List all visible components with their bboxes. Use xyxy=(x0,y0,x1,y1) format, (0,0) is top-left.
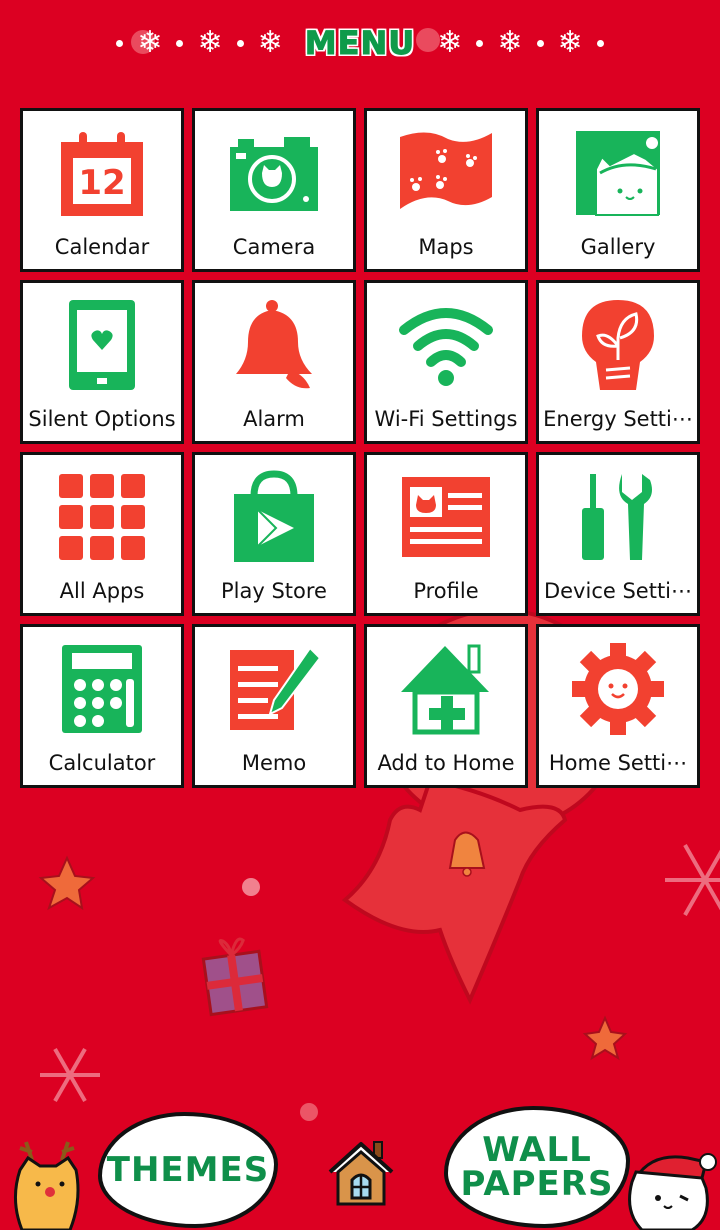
dot-decoration xyxy=(596,39,604,47)
menu-header: ❄ ❄ ❄ MENU ❄ ❄ ❄ xyxy=(0,22,720,64)
snowflake-icon: ❄ xyxy=(137,25,163,60)
app-label: Calendar xyxy=(54,235,150,259)
app-label: Calculator xyxy=(48,751,156,775)
themes-button[interactable]: THEMES xyxy=(98,1112,278,1228)
dot-decoration xyxy=(536,39,544,47)
app-label: Home Setti⋯ xyxy=(548,751,688,775)
menu-title: MENU xyxy=(304,24,416,63)
home-button[interactable] xyxy=(326,1138,396,1212)
app-tile-energy-settings[interactable]: Energy Setti⋯ xyxy=(536,280,700,444)
app-label: Alarm xyxy=(243,407,305,431)
app-tile-play-store[interactable]: Play Store xyxy=(192,452,356,616)
bell-decoration xyxy=(448,831,486,877)
wallpapers-label: WALL PAPERS xyxy=(461,1133,614,1201)
app-label: Energy Setti⋯ xyxy=(543,407,693,431)
app-tile-wifi-settings[interactable]: Wi-Fi Settings xyxy=(364,280,528,444)
gift-decoration xyxy=(201,937,269,1017)
app-tile-profile[interactable]: Profile xyxy=(364,452,528,616)
app-tile-all-apps[interactable]: All Apps xyxy=(20,452,184,616)
app-grid: 12 Calendar Camera Maps Gallery Silent O… xyxy=(20,108,700,788)
app-tile-memo[interactable]: Memo xyxy=(192,624,356,788)
app-tile-home-settings[interactable]: Home Setti⋯ xyxy=(536,624,700,788)
app-tile-camera[interactable]: Camera xyxy=(192,108,356,272)
app-tile-add-to-home[interactable]: Add to Home xyxy=(364,624,528,788)
dot-decoration xyxy=(176,39,184,47)
bell-icon xyxy=(226,297,322,393)
reindeer-cat-mascot xyxy=(14,1141,80,1230)
app-tile-maps[interactable]: Maps xyxy=(364,108,528,272)
app-label: Silent Options xyxy=(28,407,176,431)
gear-face-icon xyxy=(570,641,666,737)
app-tile-calendar[interactable]: 12 Calendar xyxy=(20,108,184,272)
shopping-bag-play-icon xyxy=(226,469,322,565)
wallpapers-label-line2: PAPERS xyxy=(460,1164,614,1204)
wallpapers-label-line1: WALL xyxy=(482,1130,592,1170)
calendar-icon-text: 12 xyxy=(78,163,125,203)
wallpapers-button[interactable]: WALL PAPERS xyxy=(444,1106,630,1228)
app-label: Device Setti⋯ xyxy=(543,579,693,603)
app-tile-silent-options[interactable]: Silent Options xyxy=(20,280,184,444)
themes-label: THEMES xyxy=(106,1150,270,1190)
house-plus-icon xyxy=(398,641,494,737)
app-label: Wi-Fi Settings xyxy=(374,407,518,431)
camera-icon xyxy=(226,125,322,221)
app-tile-calculator[interactable]: Calculator xyxy=(20,624,184,788)
app-label: Add to Home xyxy=(377,751,515,775)
phone-heart-icon xyxy=(54,297,150,393)
app-label: Memo xyxy=(241,751,307,775)
snowflake-icon: ❄ xyxy=(497,25,523,60)
bottom-bar: THEMES WALL PAPERS xyxy=(0,1090,720,1230)
dot-decoration xyxy=(236,39,244,47)
map-flag-icon xyxy=(398,125,494,221)
calculator-icon xyxy=(54,641,150,737)
tools-icon xyxy=(570,469,666,565)
snowflake-icon: ❄ xyxy=(557,25,583,60)
lightbulb-leaf-icon xyxy=(570,297,666,393)
star-decoration xyxy=(582,1015,628,1061)
dot-decoration xyxy=(476,39,484,47)
snowflake-icon: ❄ xyxy=(437,25,463,60)
app-label: Gallery xyxy=(580,235,656,259)
star-decoration xyxy=(38,855,96,911)
snowflake-icon: ❄ xyxy=(257,25,283,60)
grid-icon xyxy=(54,469,150,565)
app-tile-device-settings[interactable]: Device Setti⋯ xyxy=(536,452,700,616)
profile-card-icon xyxy=(398,469,494,565)
app-label: All Apps xyxy=(59,579,145,603)
app-label: Play Store xyxy=(221,579,327,603)
snowflake-icon: ❄ xyxy=(197,25,223,60)
app-tile-gallery[interactable]: Gallery xyxy=(536,108,700,272)
snowflake-decoration xyxy=(40,844,720,1102)
santa-cat-mascot xyxy=(628,1153,717,1230)
house-icon xyxy=(328,1141,394,1206)
wifi-icon xyxy=(398,297,494,393)
gallery-cat-icon xyxy=(570,125,666,221)
app-label: Profile xyxy=(413,579,479,603)
app-label: Maps xyxy=(418,235,474,259)
dot-decoration xyxy=(116,39,124,47)
app-label: Camera xyxy=(232,235,316,259)
memo-pencil-icon xyxy=(226,641,322,737)
calendar-icon: 12 xyxy=(54,125,150,221)
app-tile-alarm[interactable]: Alarm xyxy=(192,280,356,444)
